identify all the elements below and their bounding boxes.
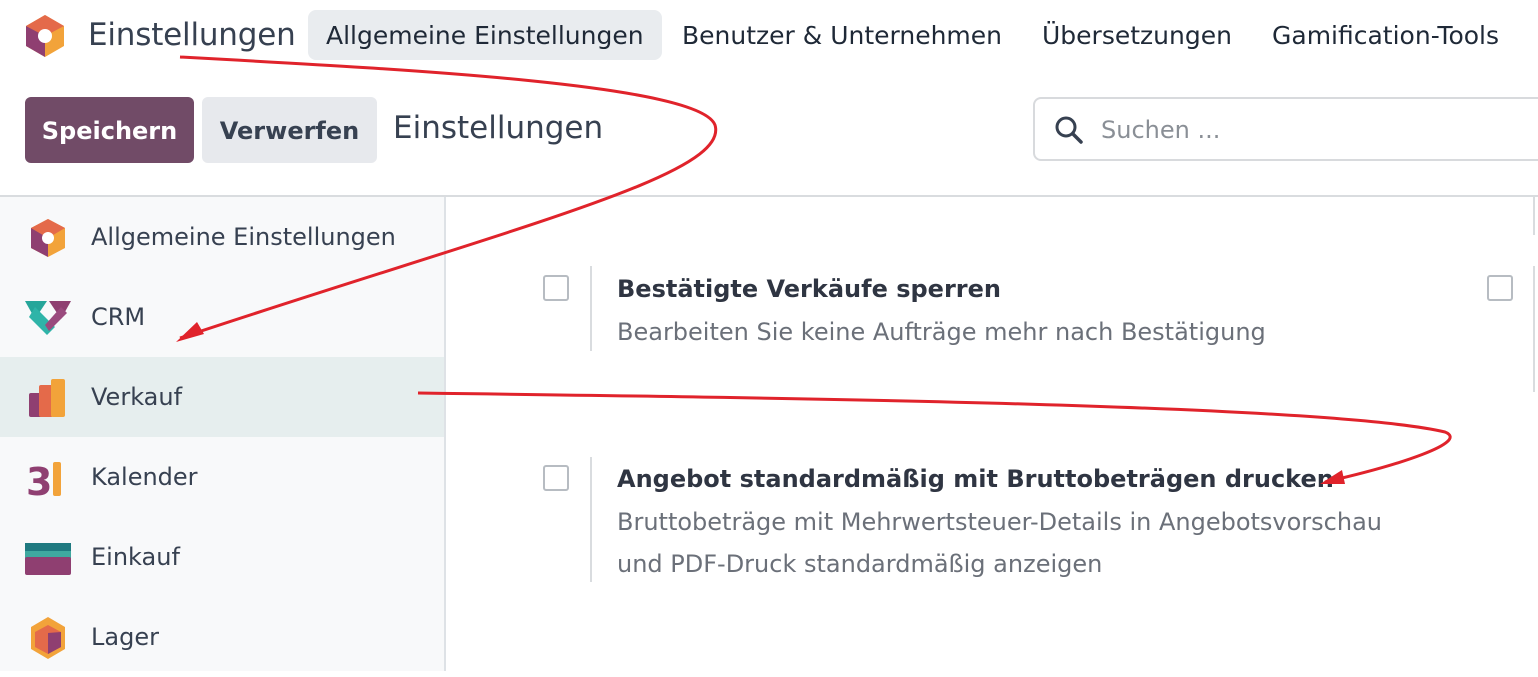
settings-sidebar: Allgemeine Einstellungen CRM Verkauf 3 K… <box>0 197 446 671</box>
sidebar-item-general-settings[interactable]: Allgemeine Einstellungen <box>0 197 444 277</box>
odoo-settings-icon <box>31 219 65 257</box>
page-title: Einstellungen <box>393 110 604 146</box>
search-box[interactable] <box>1033 97 1538 161</box>
lock-confirmed-sales-checkbox[interactable] <box>543 275 569 301</box>
menu-general-settings[interactable]: Allgemeine Einstellungen <box>308 10 662 60</box>
sidebar-item-label: CRM <box>91 303 146 331</box>
menu-users-companies[interactable]: Benutzer & Unternehmen <box>664 10 1020 60</box>
crm-handshake-icon <box>25 301 71 335</box>
divider <box>590 457 592 582</box>
save-button[interactable]: Speichern <box>25 97 194 163</box>
sidebar-item-calendar[interactable]: 3 Kalender <box>0 437 444 517</box>
sidebar-item-purchase[interactable]: Einkauf <box>0 517 444 597</box>
sidebar-item-label: Lager <box>91 623 159 651</box>
sidebar-item-label: Verkauf <box>91 383 183 411</box>
sidebar-item-label: Einkauf <box>91 543 180 571</box>
search-icon <box>1055 116 1083 144</box>
discard-button[interactable]: Verwerfen <box>202 97 377 163</box>
odoo-settings-icon[interactable] <box>24 14 66 58</box>
divider <box>590 266 592 351</box>
svg-text:3: 3 <box>26 460 52 499</box>
setting-title: Angebot standardmäßig mit Bruttobeträgen… <box>617 465 1334 493</box>
search-input[interactable] <box>1099 99 1523 161</box>
menu-translations[interactable]: Übersetzungen <box>1024 10 1250 60</box>
setting-checkbox[interactable] <box>1487 275 1513 301</box>
sales-chart-icon <box>29 379 65 417</box>
calendar-31-icon: 3 <box>26 460 61 499</box>
top-navbar: Einstellungen Allgemeine Einstellungen B… <box>0 0 1538 72</box>
setting-title: Bestätigte Verkäufe sperren <box>617 275 1001 303</box>
print-gross-amounts-checkbox[interactable] <box>543 465 569 491</box>
sidebar-item-inventory[interactable]: Lager <box>0 597 444 677</box>
purchase-card-icon <box>25 543 71 575</box>
setting-description: Bearbeiten Sie keine Aufträge mehr nach … <box>617 318 1266 346</box>
sidebar-item-crm[interactable]: CRM <box>0 277 444 357</box>
menu-gamification-tools[interactable]: Gamification-Tools <box>1254 10 1517 60</box>
setting-description: und PDF-Druck standardmäßig anzeigen <box>617 550 1103 578</box>
app-title[interactable]: Einstellungen <box>88 17 296 53</box>
divider <box>1533 266 1535 392</box>
sidebar-item-label: Kalender <box>91 463 198 491</box>
divider <box>1533 197 1535 235</box>
setting-description: Bruttobeträge mit Mehrwertsteuer-Details… <box>617 508 1382 536</box>
inventory-box-icon <box>31 617 65 659</box>
sidebar-item-sales[interactable]: Verkauf <box>0 357 444 437</box>
sidebar-item-label: Allgemeine Einstellungen <box>91 223 396 251</box>
